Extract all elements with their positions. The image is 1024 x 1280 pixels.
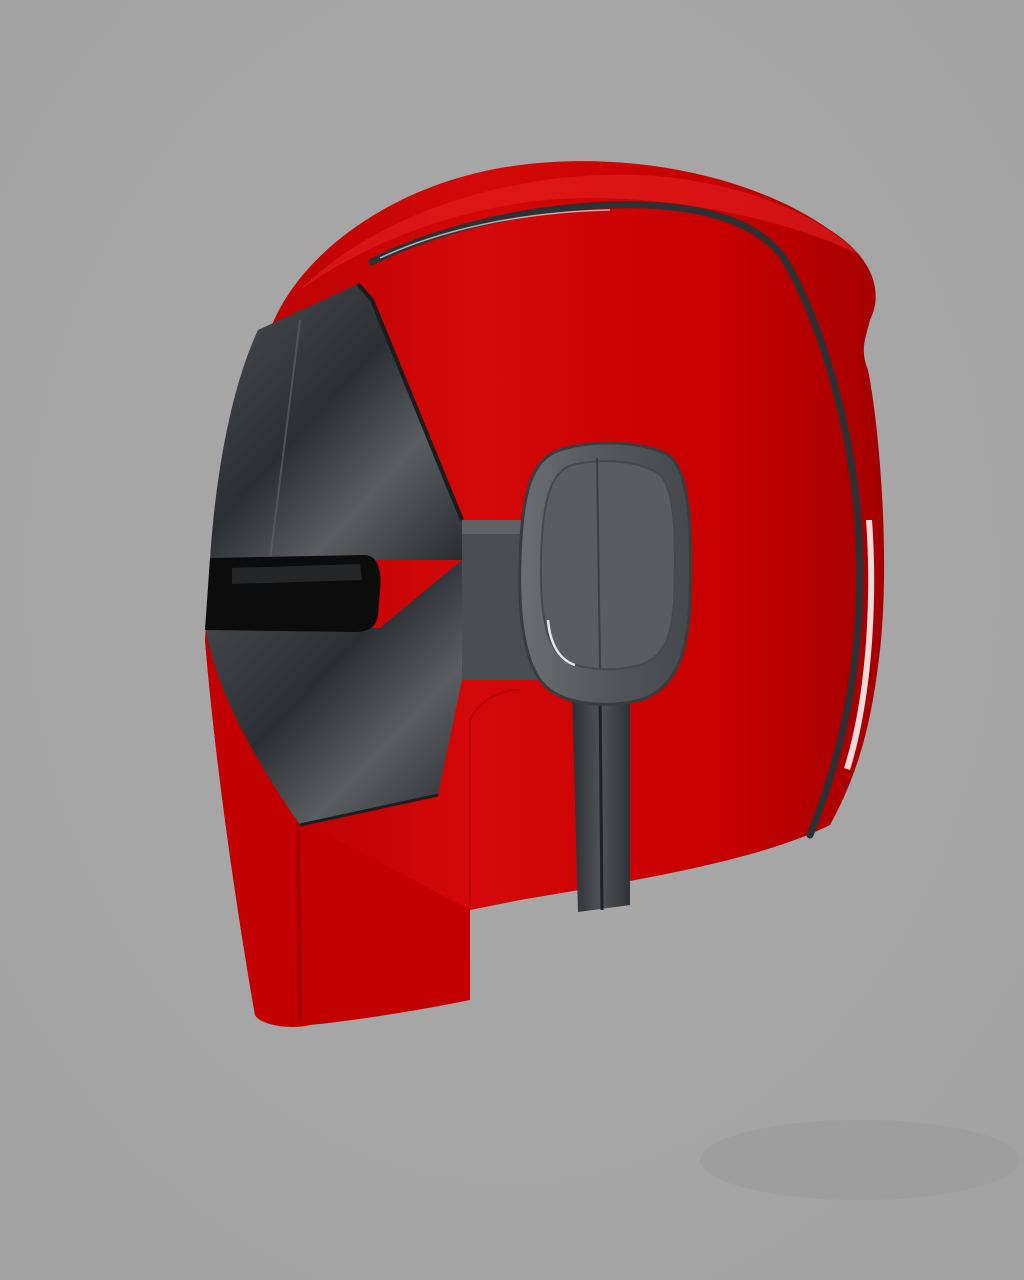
floor-shadow <box>700 1120 1020 1200</box>
ear-stem-groove <box>598 689 604 911</box>
jaw-edge <box>296 821 302 1023</box>
ear-piece-inner <box>539 460 676 671</box>
render-canvas <box>0 0 1024 1280</box>
